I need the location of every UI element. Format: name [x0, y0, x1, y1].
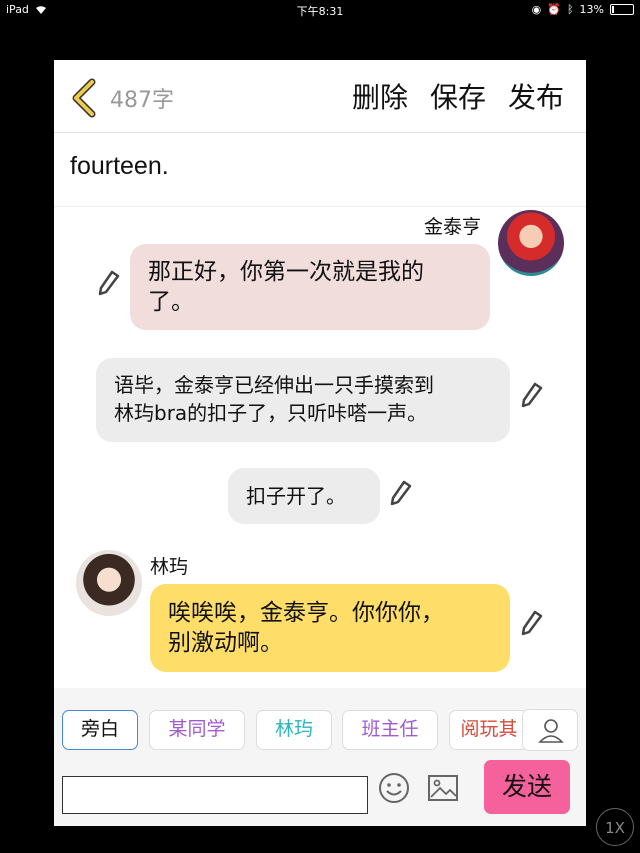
speaker-name-taehyung: 金泰亨: [424, 216, 482, 238]
role-chip-linyu[interactable]: 林玙: [256, 710, 332, 750]
avatar-taehyung[interactable]: [498, 210, 564, 276]
status-bar: iPad 下午8:31 ◉ ⏰ ᛒ 13%: [0, 0, 640, 20]
role-chip-teacher[interactable]: 班主任: [342, 710, 438, 750]
person-icon: [538, 719, 564, 743]
message-bubble[interactable]: 那正好，你第一次就是我的 了。: [130, 244, 490, 330]
bluetooth-icon: ᛒ: [566, 3, 574, 16]
role-chip-other[interactable]: 阅玩其: [449, 710, 529, 750]
speaker-name-linyu: 林玙: [150, 556, 189, 578]
message-line: 了。: [148, 289, 194, 315]
alarm-icon: ⏰: [547, 3, 561, 16]
narration-bubble[interactable]: 扣子开了。: [228, 468, 380, 524]
message-input[interactable]: [62, 776, 368, 814]
message-line: 扣子开了。: [246, 484, 346, 508]
message-bubble[interactable]: 唉唉唉，金泰亨。你你你， 别激动啊。: [150, 584, 510, 672]
battery-percent: 13%: [579, 3, 604, 16]
image-icon[interactable]: [427, 774, 459, 802]
header-bar: 487字 删除 保存 发布: [54, 60, 586, 133]
edit-pencil-icon[interactable]: [521, 610, 543, 636]
message-line: 那正好，你第一次就是我的: [148, 259, 424, 285]
role-chip-classmate[interactable]: 某同学: [149, 710, 245, 750]
delete-button[interactable]: 删除: [352, 76, 408, 116]
publish-button[interactable]: 发布: [508, 76, 564, 116]
chapter-title[interactable]: fourteen.: [70, 152, 169, 181]
zoom-button[interactable]: 1X: [596, 808, 634, 846]
save-button[interactable]: 保存: [430, 76, 486, 116]
send-button[interactable]: 发送: [484, 760, 570, 814]
edit-pencil-icon[interactable]: [390, 480, 412, 506]
editor-panel: 487字 删除 保存 发布 fourteen. 金泰亨 那正好，你第一次就是我的…: [54, 60, 586, 826]
add-role-button[interactable]: [522, 709, 578, 751]
lock-rotation-icon: ◉: [531, 3, 542, 16]
divider: [54, 206, 586, 207]
edit-pencil-icon[interactable]: [98, 270, 120, 296]
role-chip-narration[interactable]: 旁白: [62, 710, 138, 750]
emoji-icon[interactable]: [378, 772, 410, 804]
battery-icon: [610, 4, 634, 15]
word-count: 487字: [110, 88, 174, 113]
back-chevron-icon[interactable]: [70, 78, 100, 118]
message-line: 林玙bra的扣子了，只听咔嗒一声。: [114, 401, 428, 425]
message-line: 唉唉唉，金泰亨。你你你，: [168, 600, 444, 626]
message-line: 语毕，金泰亨已经伸出一只手摸索到: [114, 373, 434, 397]
avatar-linyu[interactable]: [76, 550, 142, 616]
compose-toolbar: 旁白 某同学 林玙 班主任 阅玩其 发送: [54, 688, 586, 826]
edit-pencil-icon[interactable]: [521, 382, 543, 408]
narration-bubble[interactable]: 语毕，金泰亨已经伸出一只手摸索到 林玙bra的扣子了，只听咔嗒一声。: [96, 358, 510, 442]
message-line: 别激动啊。: [168, 630, 283, 656]
